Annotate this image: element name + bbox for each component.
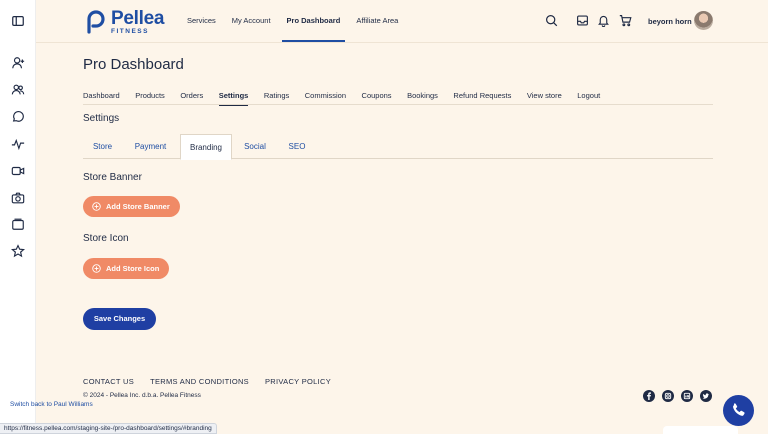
linkedin-icon[interactable]: [681, 390, 693, 402]
add-store-icon-label: Add Store Icon: [106, 264, 160, 273]
chat-icon[interactable]: [11, 110, 25, 124]
status-bar-url: https://fitness.pellea.com/staging-site-…: [0, 423, 217, 434]
main-nav-my-account[interactable]: My Account: [232, 0, 271, 42]
sidebar-toggle-icon[interactable]: [11, 14, 25, 28]
logo-mark-icon: [87, 10, 105, 34]
add-store-banner-button[interactable]: Add Store Banner: [83, 196, 180, 217]
star-icon[interactable]: [11, 244, 25, 258]
avatar[interactable]: [694, 11, 713, 30]
main-nav-affiliate-area[interactable]: Affiliate Area: [356, 0, 398, 42]
search-icon[interactable]: [545, 14, 558, 27]
add-store-icon-button[interactable]: Add Store Icon: [83, 258, 170, 279]
twitter-icon[interactable]: [700, 390, 712, 402]
brand-name: Pellea: [111, 8, 165, 29]
top-bar: Pellea FITNESS Services My Account Pro D…: [36, 0, 768, 42]
store-banner-title: Store Banner: [83, 172, 142, 183]
save-changes-button[interactable]: Save Changes: [83, 308, 156, 330]
users-icon[interactable]: [11, 83, 25, 97]
cart-icon[interactable]: [619, 14, 632, 27]
store-icon-title: Store Icon: [83, 233, 129, 244]
settings-title: Settings: [83, 113, 120, 124]
brand-sub: FITNESS: [111, 28, 149, 35]
plus-circle-icon: [92, 202, 101, 211]
tab-seo[interactable]: SEO: [282, 134, 312, 159]
tab-social[interactable]: Social: [237, 134, 273, 159]
activity-icon[interactable]: [11, 137, 25, 151]
bell-icon[interactable]: [597, 14, 610, 27]
footer-privacy[interactable]: PRIVACY POLICY: [265, 377, 331, 386]
copyright: © 2024 - Pellea Inc. d.b.a. Pellea Fitne…: [83, 392, 201, 399]
call-button[interactable]: [723, 395, 754, 426]
settings-tabs: Store Payment Branding Social SEO: [83, 134, 713, 160]
sidebar: [0, 0, 36, 434]
phone-icon: [733, 403, 745, 416]
tab-branding[interactable]: Branding: [180, 134, 232, 160]
user-add-icon[interactable]: [11, 56, 25, 70]
gallery-icon[interactable]: [11, 217, 25, 231]
main-nav-services[interactable]: Services: [187, 0, 216, 42]
video-icon[interactable]: [11, 164, 25, 178]
topbar-divider: [36, 42, 768, 43]
footer-contact-us[interactable]: CONTACT US: [83, 377, 134, 386]
dashboard-nav-divider: [83, 104, 713, 105]
user-name[interactable]: beyorn horn: [648, 17, 692, 26]
instagram-icon[interactable]: [662, 390, 674, 402]
inbox-icon[interactable]: [576, 14, 589, 27]
facebook-icon[interactable]: [643, 390, 655, 402]
add-store-banner-label: Add Store Banner: [106, 202, 170, 211]
brand-logo[interactable]: Pellea FITNESS: [84, 9, 164, 36]
main-nav-pro-dashboard[interactable]: Pro Dashboard: [281, 0, 346, 42]
footer-terms[interactable]: TERMS AND CONDITIONS: [150, 377, 249, 386]
tab-store[interactable]: Store: [83, 134, 122, 159]
footer-links: CONTACT US TERMS AND CONDITIONS PRIVACY …: [83, 377, 347, 386]
main-nav: Services My Account Pro Dashboard Affili…: [187, 0, 414, 42]
switch-back-link[interactable]: Switch back to Paul Williams: [10, 401, 93, 408]
plus-circle-icon: [92, 264, 101, 273]
camera-icon[interactable]: [11, 191, 25, 205]
page-title: Pro Dashboard: [83, 56, 184, 73]
tab-payment[interactable]: Payment: [127, 134, 174, 159]
chat-widget-tab[interactable]: [663, 426, 738, 434]
